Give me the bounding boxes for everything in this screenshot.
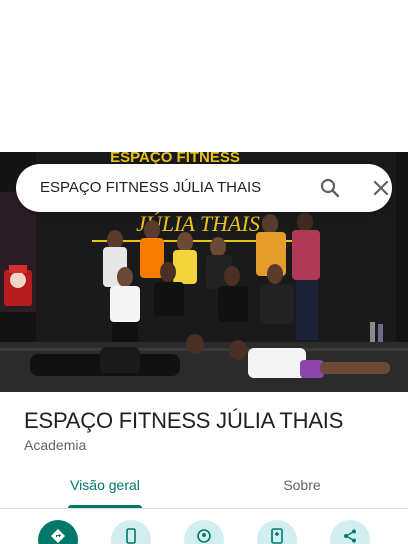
save-button[interactable] [257, 520, 297, 544]
tab-overview[interactable]: Visão geral [50, 470, 160, 508]
share-icon [344, 529, 356, 543]
nearby-button[interactable] [184, 520, 224, 544]
nearby-icon [197, 529, 211, 543]
directions-icon [51, 529, 65, 543]
tab-overview-label: Visão geral [70, 477, 140, 493]
phone-icon [126, 528, 136, 544]
place-category[interactable]: Academia [24, 437, 86, 453]
share-button[interactable] [330, 520, 370, 544]
directions-button[interactable] [38, 520, 78, 544]
tab-selected-indicator [68, 505, 142, 508]
tab-about-label: Sobre [283, 477, 321, 493]
search-input[interactable]: ESPAÇO FITNESS JÚLIA THAIS [40, 164, 261, 212]
search-bar[interactable]: ESPAÇO FITNESS JÚLIA THAIS [16, 164, 392, 212]
save-icon [271, 528, 283, 544]
place-tabs: Visão geral Sobre [0, 470, 408, 509]
close-icon[interactable] [369, 176, 393, 200]
action-buttons-row [0, 520, 408, 544]
call-button[interactable] [111, 520, 151, 544]
place-title: ESPAÇO FITNESS JÚLIA THAIS [24, 408, 344, 433]
tab-about[interactable]: Sobre [252, 470, 352, 508]
map-area [0, 0, 408, 152]
search-icon[interactable] [318, 176, 342, 200]
